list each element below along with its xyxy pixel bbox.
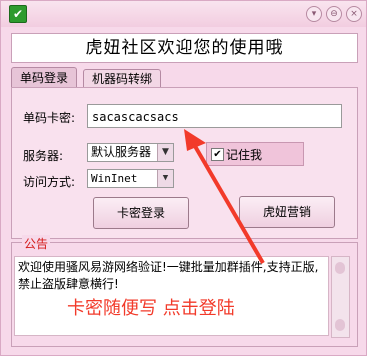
app-window: ✔ ▾ ⊖ × 虎妞社区欢迎您的使用哦 单码登录 机器码转绑 单码卡密: sac… <box>0 0 367 356</box>
arrow-line <box>190 139 265 265</box>
overlay-instruction-text: 卡密随便写 点击登陆 <box>67 298 235 319</box>
